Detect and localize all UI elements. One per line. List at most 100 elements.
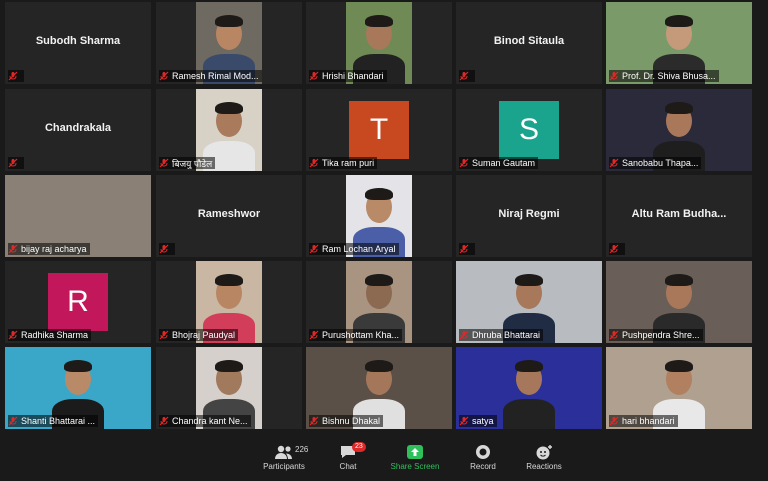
avatar-letter: R — [67, 285, 89, 318]
participants-icon — [275, 445, 292, 459]
muted-mic-icon — [8, 244, 18, 254]
participant-tile[interactable]: Ram Lochan Aryal — [306, 175, 452, 257]
participant-name: Dhruba Bhattarai — [472, 330, 541, 340]
muted-mic-icon — [459, 244, 469, 254]
participant-tile[interactable]: S Suman Gautam — [456, 89, 602, 171]
chat-unread-badge: 23 — [352, 442, 366, 452]
share-screen-button[interactable]: Share Screen — [383, 442, 447, 471]
participant-name-label: satya — [459, 415, 497, 427]
participant-name: bijay raj acharya — [21, 244, 87, 254]
participant-name-label: bijay raj acharya — [8, 243, 90, 255]
muted-mic-icon — [609, 244, 619, 254]
participant-tile[interactable]: satya — [456, 347, 602, 429]
muted-mic-icon — [309, 416, 319, 426]
participant-name: Suman Gautam — [472, 158, 536, 168]
participant-name: Purushottam Kha... — [322, 330, 400, 340]
muted-mic-icon — [159, 416, 169, 426]
participant-name-label: Dhruba Bhattarai — [459, 329, 544, 341]
participant-display-name: Binod Sitaula — [493, 35, 565, 47]
participant-name: Shanti Bhattarai ... — [21, 416, 96, 426]
participant-display-name: Niraj Regmi — [498, 208, 560, 220]
participant-tile[interactable]: Shanti Bhattarai ... — [5, 347, 151, 429]
reactions-label: Reactions — [526, 462, 562, 471]
participant-name-label: Hrishi Bhandari — [309, 70, 387, 82]
share-screen-label: Share Screen — [390, 462, 440, 471]
muted-mic-icon — [159, 330, 169, 340]
participant-tile[interactable]: Hrishi Bhandari — [306, 2, 452, 84]
record-icon — [476, 445, 490, 459]
muted-mic-icon — [159, 158, 169, 168]
muted-mic-icon — [609, 330, 619, 340]
participant-tile[interactable]: Purushottam Kha... — [306, 261, 452, 343]
muted-mic-icon — [309, 158, 319, 168]
participant-name: Hrishi Bhandari — [322, 71, 384, 81]
participant-name-label: Radhika Sharma — [8, 329, 92, 341]
avatar-letter: T — [369, 113, 389, 146]
participant-name-label: hari bhandari — [609, 415, 678, 427]
participant-name-label — [609, 243, 625, 255]
record-button[interactable]: Record — [451, 442, 515, 471]
meeting-toolbar: 226 Participants 23 Chat Share Screen Re… — [0, 436, 768, 481]
chat-button[interactable]: 23 Chat — [316, 442, 380, 471]
reactions-button[interactable]: Reactions — [512, 442, 576, 471]
participant-avatar: S — [499, 101, 559, 159]
participant-name: Tika ram puri — [322, 158, 375, 168]
participant-display-name: Altu Ram Budha... — [631, 208, 727, 220]
muted-mic-icon — [309, 71, 319, 81]
participant-name-label — [8, 70, 24, 82]
participant-tile[interactable]: Altu Ram Budha... — [606, 175, 752, 257]
participant-tile[interactable]: hari bhandari — [606, 347, 752, 429]
participant-name-label: Ram Lochan Aryal — [309, 243, 399, 255]
participant-name-label: बिजयु पौडेल — [159, 157, 216, 169]
participant-name: Bhojraj Paudyal — [172, 330, 236, 340]
participant-tile[interactable]: Prof. Dr. Shiva Bhusa... — [606, 2, 752, 84]
participant-tile[interactable]: Sanobabu Thapa... — [606, 89, 752, 171]
participant-name-label: Suman Gautam — [459, 157, 539, 169]
muted-mic-icon — [309, 244, 319, 254]
participant-name: hari bhandari — [622, 416, 675, 426]
participant-tile[interactable]: Dhruba Bhattarai — [456, 261, 602, 343]
participant-tile[interactable]: T Tika ram puri — [306, 89, 452, 171]
participants-label: Participants — [263, 462, 305, 471]
participant-name-label — [8, 157, 24, 169]
participant-name: Chandra kant Ne... — [172, 416, 248, 426]
muted-mic-icon — [459, 158, 469, 168]
participant-tile[interactable]: Ramesh Rimal Mod... — [156, 2, 302, 84]
muted-mic-icon — [8, 330, 18, 340]
participant-tile[interactable]: Chandrakala — [5, 89, 151, 171]
participant-name-label: Tika ram puri — [309, 157, 378, 169]
participant-tile[interactable]: Niraj Regmi — [456, 175, 602, 257]
participant-name: Ram Lochan Aryal — [322, 244, 396, 254]
participant-name-label — [159, 243, 175, 255]
participant-tile[interactable]: Subodh Sharma — [5, 2, 151, 84]
avatar-letter: S — [518, 113, 539, 146]
participant-name: बिजयु पौडेल — [172, 158, 213, 169]
participant-name-label: Purushottam Kha... — [309, 329, 403, 341]
participant-display-name: Subodh Sharma — [35, 35, 121, 47]
participant-tile[interactable]: Bishnu Dhakal — [306, 347, 452, 429]
muted-mic-icon — [459, 330, 469, 340]
participant-display-name: Rameshwor — [197, 208, 261, 220]
muted-mic-icon — [159, 71, 169, 81]
participant-name-label: Shanti Bhattarai ... — [8, 415, 99, 427]
participant-tile[interactable]: Pushpendra Shre... — [606, 261, 752, 343]
participant-name-label: Prof. Dr. Shiva Bhusa... — [609, 70, 719, 82]
muted-mic-icon — [459, 71, 469, 81]
participant-name-label: Ramesh Rimal Mod... — [159, 70, 262, 82]
participant-tile[interactable]: Binod Sitaula — [456, 2, 602, 84]
participant-tile[interactable]: bijay raj acharya — [5, 175, 151, 257]
participant-tile[interactable]: Rameshwor — [156, 175, 302, 257]
participant-tile[interactable]: Chandra kant Ne... — [156, 347, 302, 429]
muted-mic-icon — [8, 416, 18, 426]
participant-tile[interactable]: R Radhika Sharma — [5, 261, 151, 343]
participant-tile[interactable]: बिजयु पौडेल — [156, 89, 302, 171]
participant-name: Sanobabu Thapa... — [622, 158, 699, 168]
participants-button[interactable]: 226 Participants — [252, 442, 316, 471]
reactions-icon — [536, 445, 552, 460]
muted-mic-icon — [8, 71, 18, 81]
muted-mic-icon — [8, 158, 18, 168]
participant-name: Bishnu Dhakal — [322, 416, 381, 426]
participant-name-label: Bishnu Dhakal — [309, 415, 384, 427]
participant-avatar: T — [349, 101, 409, 159]
participant-tile[interactable]: Bhojraj Paudyal — [156, 261, 302, 343]
